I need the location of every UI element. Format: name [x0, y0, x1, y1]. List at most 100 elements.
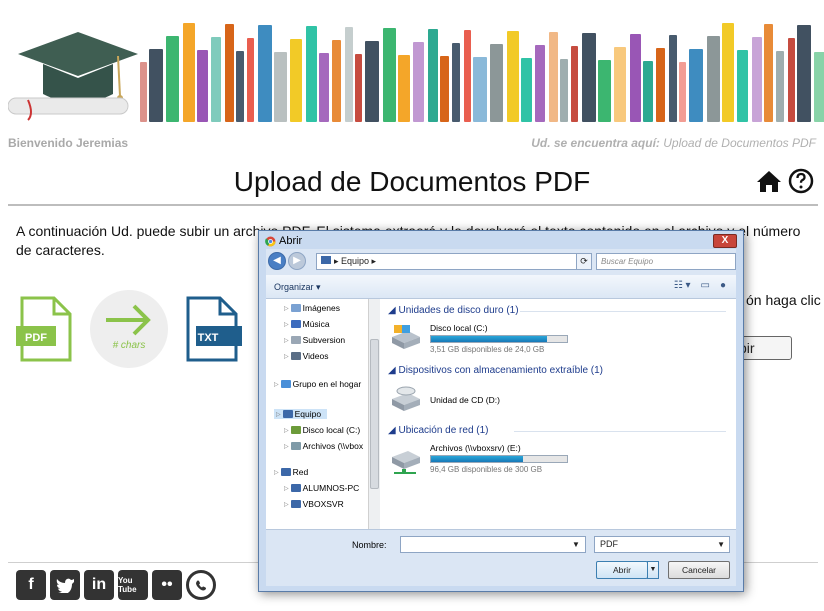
- instruction-text: ón haga clic: [746, 292, 821, 308]
- dialog-footer: Nombre: ▼ PDF ▼ Abrir ▼ Cancelar: [266, 529, 736, 586]
- book-spine: [247, 38, 254, 122]
- group-network-label: Ubicación de red (1): [398, 425, 489, 436]
- filename-dropdown-icon[interactable]: ▼: [572, 540, 580, 549]
- folder-icon: [290, 484, 301, 492]
- book-spine: [814, 52, 824, 122]
- welcome-text: Bienvenido Jeremias: [8, 136, 129, 150]
- home-icon[interactable]: [756, 169, 782, 193]
- view-options-icon[interactable]: ☷ ▾: [674, 280, 691, 291]
- filetype-select[interactable]: PDF ▼: [594, 536, 730, 553]
- tree-item-label: VBOXSVR: [302, 499, 344, 509]
- flickr-icon[interactable]: ••: [152, 570, 182, 600]
- twitter-icon[interactable]: [50, 570, 80, 600]
- drive-c-free: 3,51 GB disponibles de 24,0 GB: [430, 345, 545, 354]
- forward-button[interactable]: ▶: [288, 252, 306, 270]
- tree-item[interactable]: ▷ Red: [274, 467, 308, 477]
- tree-item[interactable]: ▷ Videos: [284, 351, 328, 361]
- book-spine: [797, 25, 811, 122]
- folder-icon: [290, 336, 301, 344]
- location-value: Upload de Documentos PDF: [663, 136, 816, 150]
- organize-menu[interactable]: Organizar ▾: [274, 282, 321, 293]
- youtube-icon[interactable]: You Tube: [118, 570, 148, 600]
- tree-item[interactable]: ▷ Equipo: [274, 409, 328, 419]
- help-icon[interactable]: [788, 168, 814, 194]
- group-network[interactable]: ◢ Ubicación de red (1): [388, 425, 489, 436]
- cancel-button[interactable]: Cancelar: [668, 561, 730, 579]
- drive-c-name[interactable]: Disco local (C:): [430, 323, 488, 333]
- drive-e-usage-bar: [430, 455, 568, 463]
- book-spine: [211, 37, 221, 122]
- chevron-down-icon: ▼: [717, 540, 725, 549]
- tree-item-label: Equipo: [294, 409, 322, 419]
- tree-item[interactable]: ▷ ALUMNOS-PC: [284, 483, 359, 493]
- header-banner: [0, 0, 824, 128]
- address-bar[interactable]: ▸ Equipo ▸: [316, 253, 586, 270]
- facebook-icon[interactable]: f: [16, 570, 46, 600]
- expand-icon[interactable]: ▷: [274, 469, 279, 476]
- book-spine: [643, 61, 653, 122]
- tree-item[interactable]: ▷ Archivos (\\vbox: [284, 441, 363, 451]
- tree-item-label: Música: [302, 319, 330, 329]
- book-spine: [764, 24, 773, 122]
- group-hard-drives[interactable]: ◢ Unidades de disco duro (1): [388, 305, 519, 316]
- social-links: f in You Tube ••: [16, 570, 216, 600]
- help-icon[interactable]: ●: [720, 280, 726, 291]
- preview-pane-icon[interactable]: ▭: [701, 280, 710, 291]
- txt-label: TXT: [198, 332, 219, 344]
- tree-item-label: ALUMNOS-PC: [302, 483, 360, 493]
- address-path: ▸ Equipo ▸: [334, 256, 377, 266]
- book-spine: [183, 23, 195, 122]
- book-spine: [669, 35, 677, 122]
- graduation-cap-icon: [8, 32, 138, 121]
- bookshelf-image: [140, 18, 824, 122]
- expand-icon[interactable]: ▷: [284, 337, 289, 344]
- tree-item[interactable]: ▷ Subversion: [284, 335, 345, 345]
- book-spine: [521, 58, 532, 122]
- filename-input[interactable]: [400, 536, 586, 553]
- book-spine: [258, 25, 272, 122]
- expand-icon[interactable]: ▷: [284, 501, 289, 508]
- drive-e-name[interactable]: Archivos (\\vboxsrv) (E:): [430, 443, 521, 453]
- folder-icon: [290, 426, 301, 434]
- search-input[interactable]: Buscar Equipo: [596, 253, 736, 270]
- expand-icon[interactable]: ▷: [284, 427, 289, 434]
- cd-drive-name[interactable]: Unidad de CD (D:): [430, 395, 500, 405]
- computer-icon: [321, 256, 331, 264]
- drive-c-usage-bar: [430, 335, 568, 343]
- tree-item[interactable]: ▷ VBOXSVR: [284, 499, 344, 509]
- tree-item[interactable]: ▷ Disco local (C:): [284, 425, 360, 435]
- book-spine: [571, 46, 578, 122]
- tree-scroll-thumb[interactable]: [370, 339, 379, 489]
- open-options-button[interactable]: ▼: [647, 561, 659, 579]
- tree-item-label: Archivos (\\vbox: [302, 441, 364, 451]
- open-file-dialog: Abrir X ◀ ▶ ▸ Equipo ▸ ⟳ Buscar Equipo O…: [258, 230, 744, 592]
- expand-icon[interactable]: ▷: [284, 305, 289, 312]
- tree-item[interactable]: ▷ Grupo en el hogar: [274, 379, 361, 389]
- refresh-icon[interactable]: ⟳: [576, 253, 592, 270]
- whatsapp-icon[interactable]: [186, 570, 216, 600]
- dialog-body: ◀ ▶ ▸ Equipo ▸ ⟳ Buscar Equipo Organizar…: [266, 249, 736, 586]
- expand-icon[interactable]: ▷: [284, 321, 289, 328]
- tree-item[interactable]: ▷ Música: [284, 319, 330, 329]
- open-button[interactable]: Abrir: [596, 561, 648, 579]
- expand-icon[interactable]: ▷: [284, 443, 289, 450]
- dialog-titlebar: Abrir: [265, 235, 302, 247]
- book-spine: [383, 28, 396, 122]
- tree-item-label: Grupo en el hogar: [292, 379, 362, 389]
- expand-icon[interactable]: ▷: [284, 485, 289, 492]
- group-divider: [514, 431, 726, 432]
- back-button[interactable]: ◀: [268, 252, 286, 270]
- chars-label: # chars: [112, 340, 146, 351]
- drive-c-usage-fill: [431, 336, 547, 342]
- tree-item[interactable]: ▷ Imágenes: [284, 303, 340, 313]
- expand-icon[interactable]: ▷: [276, 411, 281, 418]
- linkedin-icon[interactable]: in: [84, 570, 114, 600]
- tree-scrollbar[interactable]: [368, 299, 380, 529]
- group-removable[interactable]: ◢ Dispositivos con almacenamiento extraí…: [388, 365, 603, 376]
- dialog-close-button[interactable]: X: [713, 234, 737, 248]
- book-spine: [345, 27, 353, 122]
- book-spine: [582, 33, 596, 122]
- expand-icon[interactable]: ▷: [274, 381, 279, 388]
- youtube-label: You Tube: [118, 576, 137, 594]
- expand-icon[interactable]: ▷: [284, 353, 289, 360]
